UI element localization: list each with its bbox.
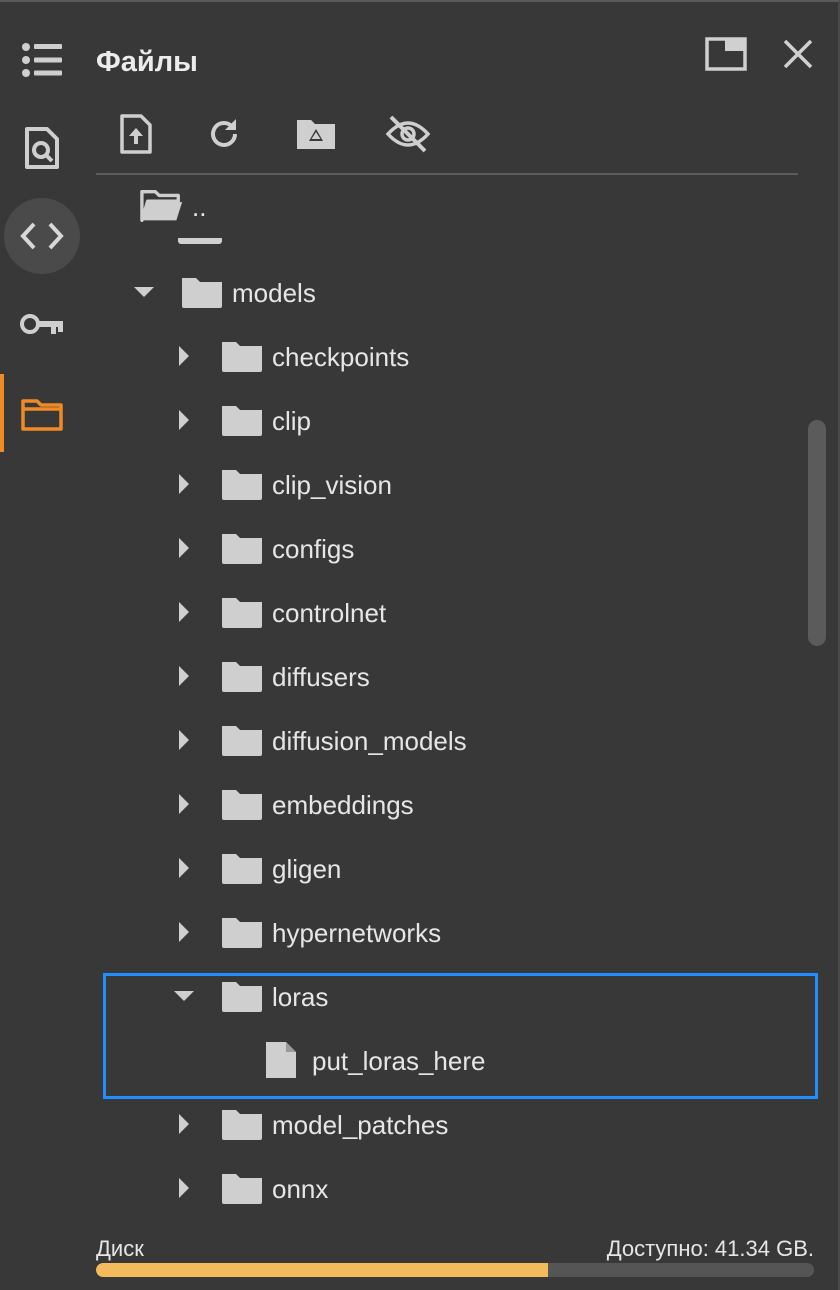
folder-label: embeddings <box>272 790 414 820</box>
table-of-contents-button[interactable] <box>4 22 80 98</box>
folder-icon <box>222 918 262 948</box>
folder-icon <box>222 598 262 628</box>
chevron-right-icon[interactable] <box>172 536 196 560</box>
key-icon <box>20 314 63 334</box>
find-button[interactable] <box>4 110 80 186</box>
disk-usage-fill <box>96 1263 549 1277</box>
folder-icon <box>178 238 222 244</box>
upload-file-icon <box>120 114 152 154</box>
refresh-button[interactable] <box>196 110 252 158</box>
folder-label: hypernetworks <box>272 918 442 948</box>
folder-outline-icon <box>21 399 63 431</box>
open-in-tab-button[interactable] <box>702 34 750 74</box>
folder-icon <box>222 406 262 436</box>
close-icon <box>783 39 813 69</box>
folder-label: diffusers <box>272 662 370 692</box>
drive-icon <box>297 120 335 149</box>
activity-rail <box>0 0 84 1290</box>
tree-row-folder[interactable]: checkpoints <box>96 324 810 388</box>
active-indicator <box>0 374 4 452</box>
folder-icon <box>222 342 262 372</box>
code-snippets-button[interactable] <box>4 198 80 274</box>
secrets-button[interactable] <box>4 286 80 362</box>
disk-free-text: Доступно: 41.34 GB. <box>606 1236 814 1261</box>
chevron-right-icon[interactable] <box>172 1112 196 1136</box>
window-icon <box>705 37 747 71</box>
parent-directory-label: .. <box>192 192 207 222</box>
files-button[interactable] <box>4 376 80 452</box>
folder-label: diffusion_models <box>272 726 467 756</box>
folder-label: controlnet <box>272 598 387 628</box>
tree-row-folder[interactable]: clip <box>96 388 810 452</box>
folder-label: onnx <box>272 1174 329 1204</box>
folder-icon <box>182 278 222 308</box>
toolbar-divider <box>96 173 798 175</box>
parent-directory-row[interactable]: .. <box>96 176 810 240</box>
chevron-right-icon[interactable] <box>172 472 196 496</box>
tree-row-folder[interactable]: hypernetworks <box>96 900 810 964</box>
chevron-right-icon[interactable] <box>172 600 196 624</box>
close-button[interactable] <box>774 34 822 74</box>
tree-row-folder[interactable]: embeddings <box>96 772 810 836</box>
selection-highlight <box>103 973 818 1099</box>
chevron-right-icon[interactable] <box>172 856 196 880</box>
disk-usage-bar <box>96 1263 814 1277</box>
refresh-icon <box>211 119 237 147</box>
chevron-right-icon[interactable] <box>172 344 196 368</box>
folder-label: model_patches <box>272 1110 449 1140</box>
folder-icon <box>222 790 262 820</box>
toggle-hidden-button[interactable] <box>380 110 436 158</box>
tree-row-folder[interactable]: configs <box>96 516 810 580</box>
scrollbar-thumb[interactable] <box>808 420 826 646</box>
panel-title: Файлы <box>96 46 198 78</box>
folder-icon <box>222 1174 262 1204</box>
tree-row-folder[interactable]: gligen <box>96 836 810 900</box>
folder-label: clip_vision <box>272 470 392 500</box>
folder-icon <box>222 726 262 756</box>
folder-icon <box>222 534 262 564</box>
disk-label: Диск <box>96 1236 144 1261</box>
code-icon <box>20 222 64 250</box>
list-icon <box>22 43 62 77</box>
chevron-down-icon[interactable] <box>132 280 156 304</box>
eye-off-icon <box>385 115 431 153</box>
tree-row-folder[interactable]: model_patches <box>96 1092 810 1156</box>
upload-button[interactable] <box>108 110 164 158</box>
folder-icon <box>222 662 262 692</box>
folder-label: gligen <box>272 854 342 884</box>
tree-row-folder[interactable]: onnx <box>96 1156 810 1220</box>
folder-label: checkpoints <box>272 342 410 372</box>
folder-label: configs <box>272 534 355 564</box>
chevron-right-icon[interactable] <box>172 1176 196 1200</box>
chevron-right-icon[interactable] <box>172 408 196 432</box>
mount-drive-button[interactable] <box>288 110 344 158</box>
chevron-right-icon[interactable] <box>172 664 196 688</box>
folder-label: clip <box>272 406 312 436</box>
tree-row-models[interactable]: models <box>96 260 810 324</box>
chevron-right-icon[interactable] <box>172 920 196 944</box>
tree-row-folder[interactable]: diffusers <box>96 644 810 708</box>
chevron-right-icon[interactable] <box>172 792 196 816</box>
folder-icon <box>222 470 262 500</box>
folder-open-icon <box>140 189 183 223</box>
chevron-right-icon[interactable] <box>172 728 196 752</box>
document-search-icon <box>25 127 59 169</box>
folder-label: models <box>232 278 316 308</box>
folder-icon <box>222 1110 262 1140</box>
tree-row-folder[interactable]: clip_vision <box>96 452 810 516</box>
tree-row-folder[interactable]: controlnet <box>96 580 810 644</box>
tree-row-folder[interactable]: diffusion_models <box>96 708 810 772</box>
folder-icon <box>222 854 262 884</box>
